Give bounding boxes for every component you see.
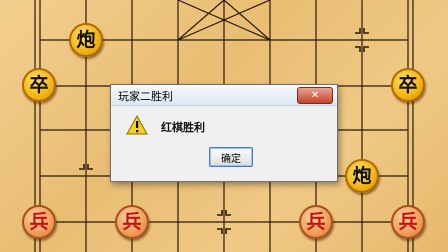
- win-dialog: 玩家二胜利 ✕ 红棋胜利 确定: [110, 84, 338, 182]
- dialog-title: 玩家二胜利: [118, 90, 173, 103]
- red-pawn-piece[interactable]: 兵: [22, 205, 56, 239]
- black-soldier-piece[interactable]: 卒: [22, 68, 56, 102]
- close-button[interactable]: ✕: [297, 87, 333, 104]
- red-pawn-piece[interactable]: 兵: [391, 205, 425, 239]
- black-cannon-piece[interactable]: 炮: [345, 159, 379, 193]
- dialog-message: 红棋胜利: [161, 121, 205, 134]
- black-soldier-piece[interactable]: 卒: [391, 68, 425, 102]
- warning-icon: [126, 115, 148, 135]
- black-cannon-piece[interactable]: 炮: [69, 23, 103, 57]
- close-icon: ✕: [310, 90, 320, 101]
- red-pawn-piece[interactable]: 兵: [299, 205, 333, 239]
- dialog-titlebar[interactable]: 玩家二胜利 ✕: [111, 85, 337, 106]
- ok-button-label: 确定: [221, 153, 241, 165]
- ok-button[interactable]: 确定: [209, 147, 253, 167]
- red-pawn-piece[interactable]: 兵: [115, 205, 149, 239]
- dialog-body: 红棋胜利 确定: [111, 106, 337, 181]
